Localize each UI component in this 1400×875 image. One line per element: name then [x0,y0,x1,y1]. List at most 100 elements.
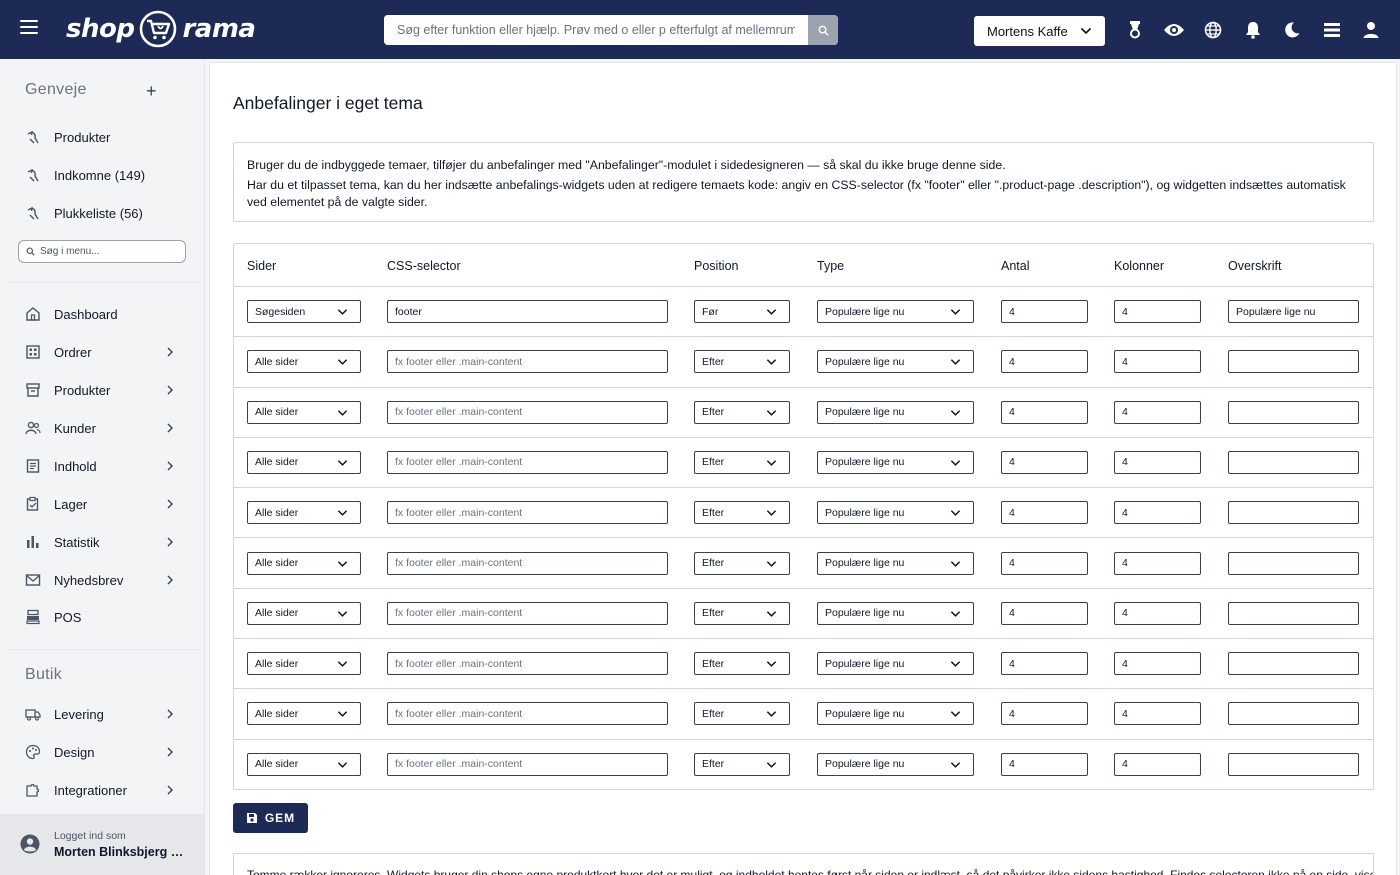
columns-input[interactable]: 4 [1114,652,1201,676]
count-input[interactable]: 4 [1001,501,1088,525]
count-input[interactable]: 4 [1001,702,1088,726]
css-selector-input[interactable]: fx footer eller .main-content [387,702,668,726]
position-select[interactable]: Før [694,300,790,323]
user-icon[interactable] [1351,19,1390,41]
pages-select[interactable]: Alle sider [247,501,361,525]
search-button[interactable] [808,15,838,45]
user-panel[interactable]: Logget ind som Morten Blinksbjerg N... [0,814,205,875]
heading-input[interactable] [1228,601,1359,625]
heading-input[interactable] [1228,652,1359,676]
heading-input[interactable]: Populære lige nu [1228,300,1359,323]
columns-input[interactable]: 4 [1114,702,1201,726]
type-select[interactable]: Populære lige nu [817,652,974,676]
add-shortcut-icon[interactable]: + [146,81,157,102]
count-input[interactable]: 4 [1001,652,1088,676]
columns-input[interactable]: 4 [1114,350,1201,374]
css-selector-input[interactable]: footer [387,300,668,323]
heading-input[interactable] [1228,501,1359,525]
bell-icon[interactable] [1233,19,1272,41]
globe-icon[interactable] [1194,19,1233,41]
type-select[interactable]: Populære lige nu [817,601,974,625]
shortcut-item-produkter[interactable]: Produkter [0,119,200,155]
moon-icon[interactable] [1273,19,1312,41]
css-selector-input[interactable]: fx footer eller .main-content [387,551,668,575]
css-selector-input[interactable]: fx footer eller .main-content [387,501,668,525]
global-search-input[interactable] [384,15,808,45]
columns-input[interactable]: 4 [1114,300,1201,323]
sidebar-item-indhold[interactable]: Indhold [0,448,200,484]
menu-search-input[interactable] [40,246,175,257]
sidebar-item-pos[interactable]: POS [0,599,200,635]
type-select[interactable]: Populære lige nu [817,752,974,776]
shop-selector[interactable]: Mortens Kaffe [974,16,1105,46]
pages-select[interactable]: Alle sider [247,752,361,776]
heading-input[interactable] [1228,350,1359,374]
type-select[interactable]: Populære lige nu [817,400,974,424]
position-select[interactable]: Efter [694,400,790,424]
shortcut-item-indkomne[interactable]: Indkomne (149) [0,157,200,193]
type-select[interactable]: Populære lige nu [817,551,974,575]
columns-input[interactable]: 4 [1114,551,1201,575]
position-select[interactable]: Efter [694,652,790,676]
sidebar-item-nyhedsbrev[interactable]: Nyhedsbrev [0,562,200,598]
heading-input[interactable] [1228,551,1359,575]
pages-select[interactable]: Alle sider [247,601,361,625]
eye-icon[interactable] [1154,19,1193,41]
sidebar-item-levering[interactable]: Levering [0,696,200,732]
pages-select[interactable]: Søgesiden [247,300,361,323]
type-select[interactable]: Populære lige nu [817,501,974,525]
type-select[interactable]: Populære lige nu [817,450,974,474]
type-select[interactable]: Populære lige nu [817,300,974,323]
pages-select[interactable]: Alle sider [247,551,361,575]
sidebar-item-integrationer[interactable]: Integrationer [0,772,200,808]
position-select[interactable]: Efter [694,450,790,474]
position-select[interactable]: Efter [694,350,790,374]
columns-input[interactable]: 4 [1114,752,1201,776]
position-select[interactable]: Efter [694,501,790,525]
position-select[interactable]: Efter [694,752,790,776]
sidebar-item-kunder[interactable]: Kunder [0,410,200,446]
save-button[interactable]: GEM [233,803,308,833]
css-selector-input[interactable]: fx footer eller .main-content [387,752,668,776]
position-select[interactable]: Efter [694,551,790,575]
sidebar-item-produkter[interactable]: Produkter [0,372,200,408]
heading-input[interactable] [1228,752,1359,776]
heading-input[interactable] [1228,702,1359,726]
logo[interactable]: shop rama [66,8,256,50]
pages-select[interactable]: Alle sider [247,450,361,474]
count-input[interactable]: 4 [1001,350,1088,374]
stack-icon[interactable] [1312,19,1351,41]
pages-select[interactable]: Alle sider [247,350,361,374]
pages-select[interactable]: Alle sider [247,652,361,676]
type-select[interactable]: Populære lige nu [817,350,974,374]
position-select[interactable]: Efter [694,601,790,625]
count-input[interactable]: 4 [1001,752,1088,776]
css-selector-input[interactable]: fx footer eller .main-content [387,350,668,374]
sidebar-item-ordrer[interactable]: Ordrer [0,334,200,370]
menu-toggle-icon[interactable] [20,20,38,34]
css-selector-input[interactable]: fx footer eller .main-content [387,601,668,625]
count-input[interactable]: 4 [1001,450,1088,474]
count-input[interactable]: 4 [1001,551,1088,575]
heading-input[interactable] [1228,450,1359,474]
pages-select[interactable]: Alle sider [247,702,361,726]
shortcut-item-plukkeliste[interactable]: Plukkeliste (56) [0,195,200,231]
css-selector-input[interactable]: fx footer eller .main-content [387,652,668,676]
type-select[interactable]: Populære lige nu [817,702,974,726]
sidebar-item-design[interactable]: Design [0,734,200,770]
css-selector-input[interactable]: fx footer eller .main-content [387,450,668,474]
count-input[interactable]: 4 [1001,400,1088,424]
position-select[interactable]: Efter [694,702,790,726]
columns-input[interactable]: 4 [1114,400,1201,424]
sidebar-item-statistik[interactable]: Statistik [0,524,200,560]
award-icon[interactable] [1115,19,1154,41]
css-selector-input[interactable]: fx footer eller .main-content [387,400,668,424]
count-input[interactable]: 4 [1001,601,1088,625]
columns-input[interactable]: 4 [1114,601,1201,625]
heading-input[interactable] [1228,400,1359,424]
count-input[interactable]: 4 [1001,300,1088,323]
columns-input[interactable]: 4 [1114,501,1201,525]
columns-input[interactable]: 4 [1114,450,1201,474]
sidebar-item-lager[interactable]: Lager [0,486,200,522]
sidebar-item-dashboard[interactable]: Dashboard [0,296,200,332]
